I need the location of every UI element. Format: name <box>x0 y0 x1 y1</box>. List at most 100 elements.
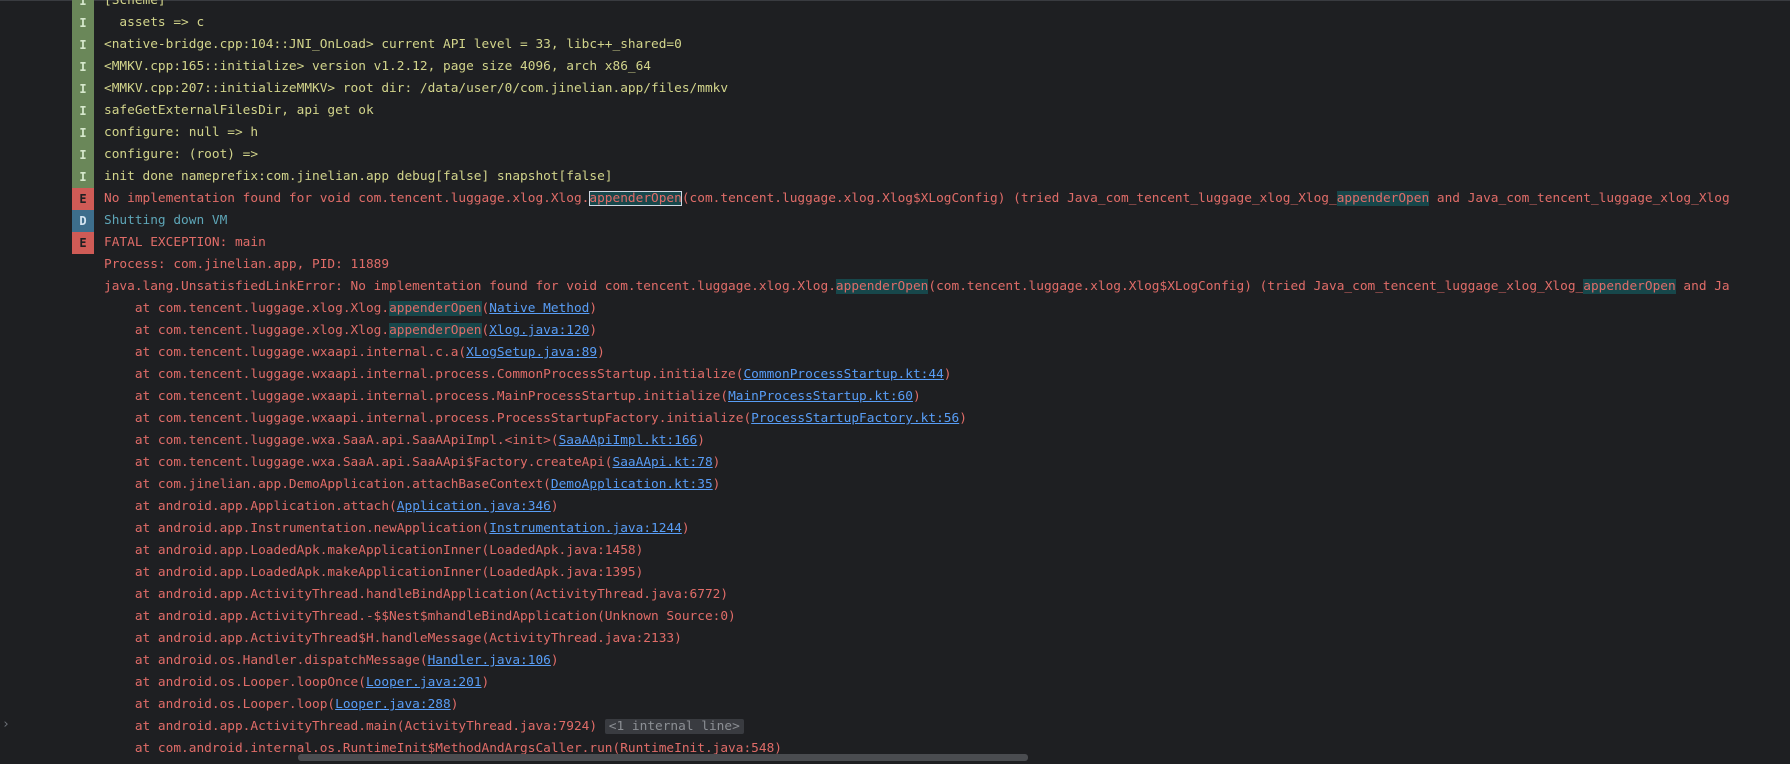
source-link[interactable]: Native Method <box>489 301 589 316</box>
log-message: safeGetExternalFilesDir, api get ok <box>104 100 374 122</box>
log-text: init done nameprefix:com.jinelian.app de… <box>104 169 613 184</box>
log-row[interactable]: at com.tencent.luggage.wxaapi.internal.c… <box>0 342 1790 364</box>
internal-lines-fold[interactable]: <1 internal line> <box>604 719 744 734</box>
source-link[interactable]: ProcessStartupFactory.kt:56 <box>751 411 959 426</box>
log-text: ) <box>550 499 559 514</box>
log-text: ) <box>943 367 952 382</box>
log-row[interactable]: at android.app.ActivityThread.main(Activ… <box>0 716 1790 738</box>
log-text: at com.tencent.luggage.wxaapi.internal.c… <box>104 345 467 360</box>
log-row[interactable]: at com.jinelian.app.DemoApplication.atta… <box>0 474 1790 496</box>
log-text: ) <box>550 653 559 668</box>
log-message: configure: (root) => <box>104 144 258 166</box>
log-row[interactable]: at com.tencent.luggage.wxaapi.internal.p… <box>0 364 1790 386</box>
log-text: at android.app.Application.attach( <box>104 499 397 514</box>
log-row[interactable]: Iconfigure: null => h <box>0 122 1790 144</box>
log-level-badge: I <box>72 0 94 12</box>
search-match-highlight: appenderOpen <box>1336 191 1430 206</box>
log-text: ) <box>912 389 921 404</box>
log-row[interactable]: Process: com.jinelian.app, PID: 11889 <box>0 254 1790 276</box>
source-link[interactable]: CommonProcessStartup.kt:44 <box>743 367 943 382</box>
log-row[interactable]: I assets => c <box>0 12 1790 34</box>
horizontal-scrollbar[interactable] <box>298 754 1028 761</box>
log-text: <MMKV.cpp:207::initializeMMKV> root dir:… <box>104 81 729 96</box>
log-row[interactable]: at com.tencent.luggage.xlog.Xlog.appende… <box>0 320 1790 342</box>
log-row[interactable]: at com.tencent.luggage.wxa.SaaA.api.SaaA… <box>0 452 1790 474</box>
log-text: at android.app.LoadedApk.makeApplication… <box>104 543 644 558</box>
logcat-output[interactable]: I [Scheme] I assets => c I <native-bridge.cp… <box>0 0 1790 760</box>
log-level-badge: I <box>72 56 94 78</box>
search-match-highlight: appenderOpen <box>589 191 682 206</box>
source-link[interactable]: Handler.java:106 <box>428 653 551 668</box>
log-row[interactable]: E No implementation found for void com.te… <box>0 188 1790 210</box>
log-row[interactable]: I [Scheme] <box>0 0 1790 12</box>
log-row[interactable]: I <MMKV.cpp:207::initializeMMKV> root dir… <box>0 78 1790 100</box>
log-text: and Java_com_tencent_luggage_xlog_Xlog <box>1429 191 1730 206</box>
source-link[interactable]: Application.java:346 <box>397 499 551 514</box>
log-row[interactable]: E FATAL EXCEPTION: main <box>0 232 1790 254</box>
log-text: at com.tencent.luggage.wxa.SaaA.api.SaaA… <box>104 455 613 470</box>
log-text: at com.tencent.luggage.wxa.SaaA.api.SaaA… <box>104 433 559 448</box>
log-row[interactable]: D Shutting down VM <box>0 210 1790 232</box>
log-level-badge: D <box>72 210 94 232</box>
log-message: Shutting down VM <box>104 210 227 232</box>
log-row[interactable]: at android.os.Looper.loopOnce(Looper.jav… <box>0 672 1790 694</box>
source-link[interactable]: XLogSetup.java:89 <box>466 345 597 360</box>
log-text: Shutting down VM <box>104 213 228 228</box>
source-link[interactable]: Xlog.java:120 <box>489 323 589 338</box>
log-text: [Scheme] <box>104 0 166 8</box>
log-text: at com.tencent.luggage.wxaapi.internal.p… <box>104 411 752 426</box>
log-message: <MMKV.cpp:207::initializeMMKV> root dir:… <box>104 78 728 100</box>
log-text: and Ja <box>1675 279 1730 294</box>
log-row[interactable]: at android.app.ActivityThread.handleBind… <box>0 584 1790 606</box>
log-text: assets => c <box>104 15 205 30</box>
log-text: ) <box>589 323 598 338</box>
log-row[interactable]: at android.app.Application.attach(Applic… <box>0 496 1790 518</box>
log-row[interactable]: at android.app.LoadedApk.makeApplication… <box>0 562 1790 584</box>
log-row[interactable]: I <native-bridge.cpp:104::JNI_OnLoad> cur… <box>0 34 1790 56</box>
log-message: configure: null => h <box>104 122 258 144</box>
log-row[interactable]: Iconfigure: (root) => <box>0 144 1790 166</box>
log-row[interactable]: at com.tencent.luggage.xlog.Xlog.appende… <box>0 298 1790 320</box>
log-row[interactable]: I <MMKV.cpp:165::initialize> version v1.2… <box>0 56 1790 78</box>
log-row[interactable]: at android.app.LoadedApk.makeApplication… <box>0 540 1790 562</box>
log-text: ) <box>712 477 721 492</box>
log-message: java.lang.UnsatisfiedLinkError: No imple… <box>104 276 1730 298</box>
log-row[interactable]: at android.app.Instrumentation.newApplic… <box>0 518 1790 540</box>
log-row[interactable]: at android.os.Looper.loop(Looper.java:28… <box>0 694 1790 716</box>
log-text: at com.tencent.luggage.xlog.Xlog. <box>104 301 390 316</box>
source-link[interactable]: MainProcessStartup.kt:60 <box>728 389 913 404</box>
source-link[interactable]: DemoApplication.kt:35 <box>551 477 713 492</box>
log-row[interactable]: at com.tencent.luggage.wxa.SaaA.api.SaaA… <box>0 430 1790 452</box>
log-row[interactable]: IsafeGetExternalFilesDir, api get ok <box>0 100 1790 122</box>
log-text: at android.app.LoadedApk.makeApplication… <box>104 565 644 580</box>
log-row[interactable]: at com.tencent.luggage.wxaapi.internal.p… <box>0 386 1790 408</box>
log-message: No implementation found for void com.ten… <box>104 188 1730 210</box>
log-row[interactable]: at com.tencent.luggage.wxaapi.internal.p… <box>0 408 1790 430</box>
log-message: [Scheme] <box>104 0 166 12</box>
log-message: at com.tencent.luggage.wxaapi.internal.c… <box>104 342 605 364</box>
source-link[interactable]: Looper.java:288 <box>335 697 451 712</box>
source-link[interactable]: Instrumentation.java:1244 <box>489 521 682 536</box>
source-link[interactable]: SaaAApiImpl.kt:166 <box>559 433 698 448</box>
log-text: at android.os.Handler.dispatchMessage( <box>104 653 428 668</box>
source-link[interactable]: SaaAApi.kt:78 <box>613 455 713 470</box>
log-message: at com.tencent.luggage.xlog.Xlog.appende… <box>104 320 597 342</box>
log-text: ) <box>450 697 459 712</box>
log-text: ) <box>712 455 721 470</box>
fold-arrow-icon[interactable]: › <box>2 717 10 732</box>
log-text: at android.app.ActivityThread.main(Activ… <box>104 719 605 734</box>
source-link[interactable]: Looper.java:201 <box>366 675 482 690</box>
log-text: No implementation found for void com.ten… <box>104 191 590 206</box>
log-level-badge: E <box>72 232 94 254</box>
log-row[interactable]: at android.app.ActivityThread$H.handleMe… <box>0 628 1790 650</box>
log-message: FATAL EXCEPTION: main <box>104 232 266 254</box>
log-row[interactable]: java.lang.UnsatisfiedLinkError: No imple… <box>0 276 1790 298</box>
log-row[interactable]: Iinit done nameprefix:com.jinelian.app d… <box>0 166 1790 188</box>
log-row[interactable]: at android.app.ActivityThread.-$$Nest$mh… <box>0 606 1790 628</box>
log-text: ) <box>481 675 490 690</box>
log-message: <MMKV.cpp:165::initialize> version v1.2.… <box>104 56 651 78</box>
log-row[interactable]: at android.os.Handler.dispatchMessage(Ha… <box>0 650 1790 672</box>
log-message: at com.tencent.luggage.wxa.SaaA.api.SaaA… <box>104 430 705 452</box>
log-text: configure: null => h <box>104 125 259 140</box>
log-text: at com.jinelian.app.DemoApplication.atta… <box>104 477 551 492</box>
